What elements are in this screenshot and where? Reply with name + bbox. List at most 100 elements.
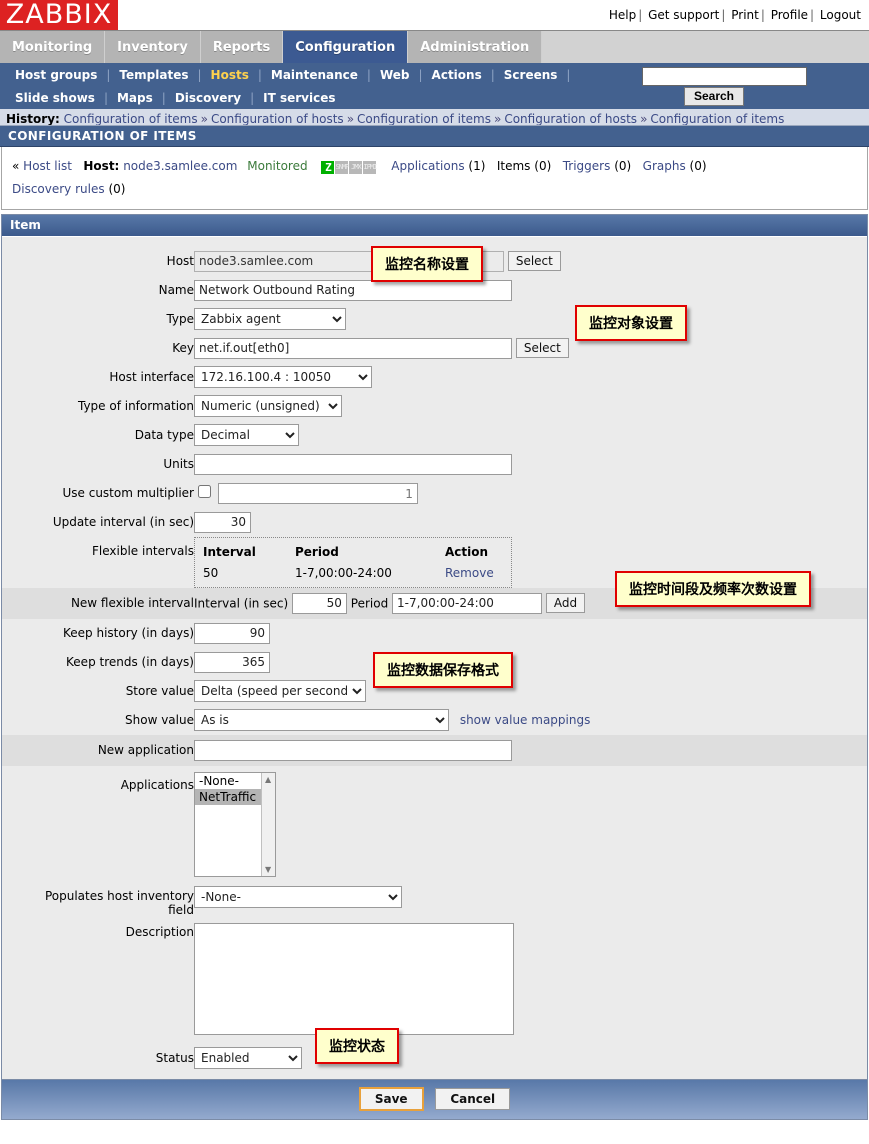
scroll-down-icon[interactable]: ▼ (265, 865, 271, 874)
form-row-host-interface: Host interface 172.16.100.4 : 10050 (2, 363, 867, 392)
submenu-item-it-services[interactable]: IT services (254, 91, 344, 105)
menu-tab-configuration[interactable]: Configuration (283, 31, 409, 63)
show-value-cell: As is show value mappings (194, 706, 867, 735)
host-inventory-field-select[interactable]: -None- (194, 885, 402, 908)
remove-interval-link[interactable]: Remove (445, 566, 494, 580)
new-interval-sublabel: Interval (in sec) (194, 596, 289, 610)
interface-icons: Z SNMP JMX IPMI (321, 156, 377, 178)
new-period-input[interactable] (392, 592, 543, 614)
profile-link[interactable]: Profile (771, 8, 808, 22)
get-support-link[interactable]: Get support (648, 8, 719, 22)
type-of-information-select[interactable]: Numeric (unsigned) (194, 395, 342, 417)
submenu-item-actions[interactable]: Actions (423, 68, 491, 82)
host-interface-cell: 172.16.100.4 : 10050 (194, 363, 867, 392)
add-interval-button[interactable]: Add (545, 593, 586, 613)
form-row-applications: Applications -None- NetTraffic ▲ ▼ (2, 766, 867, 883)
units-input[interactable] (194, 453, 512, 475)
data-type-label: Data type (134, 428, 194, 442)
host-interface-select[interactable]: 172.16.100.4 : 10050 (194, 366, 372, 388)
keep-history-input[interactable] (194, 622, 270, 644)
search-input[interactable] (642, 67, 807, 86)
key-select-button[interactable]: Select (515, 338, 569, 358)
submenu-item-maps[interactable]: Maps (108, 91, 162, 105)
triggers-link[interactable]: Triggers (563, 159, 611, 173)
menu-tab-administration[interactable]: Administration (408, 31, 543, 63)
keep-history-label: Keep history (in days) (63, 626, 194, 640)
keep-history-cell (194, 619, 867, 648)
link-separator: | (721, 8, 726, 22)
submenu-item-discovery[interactable]: Discovery (166, 91, 250, 105)
host-select-button[interactable]: Select (507, 251, 561, 271)
type-select[interactable]: Zabbix agent (194, 308, 346, 330)
new-interval-input[interactable] (291, 592, 347, 614)
zabbix-logo: ZABBIX (0, 0, 118, 31)
show-value-mappings-link[interactable]: show value mappings (460, 713, 591, 727)
discovery-rules-link[interactable]: Discovery rules (12, 182, 105, 196)
name-input[interactable] (194, 279, 512, 301)
key-input[interactable] (194, 337, 512, 359)
cancel-button[interactable]: Cancel (435, 1087, 511, 1110)
cell-period: 1-7,00:00-24:00 (295, 565, 392, 580)
print-link[interactable]: Print (731, 8, 759, 22)
store-value-select[interactable]: Delta (speed per second) (194, 680, 366, 702)
status-select[interactable]: Enabled (194, 1047, 302, 1069)
search-button[interactable]: Search (683, 87, 744, 106)
graphs-count: (0) (689, 159, 707, 173)
new-application-input[interactable] (194, 739, 512, 761)
keep-trends-label: Keep trends (in days) (66, 655, 194, 669)
discovery-rules-count: (0) (108, 181, 126, 196)
scroll-up-icon[interactable]: ▲ (265, 775, 271, 784)
link-separator: | (760, 8, 765, 22)
submenu-item-host-groups[interactable]: Host groups (6, 68, 106, 82)
applications-label: Applications (120, 777, 194, 792)
submenu-item-templates[interactable]: Templates (110, 68, 197, 82)
use-custom-multiplier-cell (194, 479, 867, 508)
menu-tab-inventory[interactable]: Inventory (105, 31, 201, 63)
host-field-cell: Select (194, 247, 867, 276)
name-field-label: Name (158, 283, 194, 297)
save-button[interactable]: Save (358, 1086, 424, 1111)
main-menu: Monitoring Inventory Reports Configurati… (0, 30, 869, 63)
triggers-count: (0) (614, 159, 632, 173)
data-type-select[interactable]: Decimal (194, 424, 299, 446)
menu-tab-reports[interactable]: Reports (200, 31, 284, 63)
new-period-sublabel: Period (350, 596, 389, 610)
update-interval-input[interactable] (194, 511, 251, 533)
help-link[interactable]: Help (609, 8, 636, 22)
store-value-label: Store value (125, 684, 194, 698)
callout-interval-setting: 监控时间段及频率次数设置 (615, 570, 811, 607)
host-status: Monitored (247, 159, 308, 173)
submenu-item-hosts[interactable]: Hosts (202, 68, 258, 82)
history-item-3[interactable]: Configuration of items (357, 112, 491, 125)
use-custom-multiplier-checkbox[interactable] (198, 484, 211, 498)
type-field-cell: Zabbix agent (194, 305, 867, 334)
applications-cell: -None- NetTraffic ▲ ▼ (194, 766, 867, 883)
menu-tab-monitoring[interactable]: Monitoring (0, 31, 106, 63)
update-interval-label: Update interval (in sec) (52, 515, 194, 529)
data-type-cell: Decimal (194, 421, 867, 450)
flexible-intervals-box: Interval Period Action 50 1-7,00:00-24:0… (194, 536, 512, 588)
form-row-host-inventory-field: Populates host inventory field -None- (2, 883, 867, 917)
description-textarea[interactable] (194, 922, 514, 1035)
listbox-scrollbar[interactable]: ▲ ▼ (261, 772, 275, 876)
history-item-1[interactable]: Configuration of items (64, 112, 198, 125)
keep-trends-input[interactable] (194, 651, 270, 673)
show-value-select[interactable]: As is (194, 709, 449, 731)
applications-link[interactable]: Applications (391, 159, 464, 173)
submenu-item-slide-shows[interactable]: Slide shows (6, 91, 104, 105)
form-row-data-type: Data type Decimal (2, 421, 867, 450)
submenu-item-web[interactable]: Web (371, 68, 419, 82)
graphs-link[interactable]: Graphs (643, 159, 686, 173)
submenu-item-maintenance[interactable]: Maintenance (262, 68, 367, 82)
host-inventory-field-label: Populates host inventory field (2, 883, 194, 917)
applications-listbox[interactable]: -None- NetTraffic ▲ ▼ (194, 771, 276, 877)
history-item-5[interactable]: Configuration of items (650, 112, 784, 125)
host-list-link[interactable]: Host list (23, 159, 72, 173)
submenu-item-screens[interactable]: Screens (495, 68, 567, 82)
logout-link[interactable]: Logout (820, 8, 861, 22)
history-item-2[interactable]: Configuration of hosts (211, 112, 344, 125)
host-name-link[interactable]: node3.samlee.com (123, 159, 237, 173)
units-cell (194, 450, 867, 479)
history-item-4[interactable]: Configuration of hosts (504, 112, 637, 125)
custom-multiplier-input[interactable] (217, 483, 418, 505)
